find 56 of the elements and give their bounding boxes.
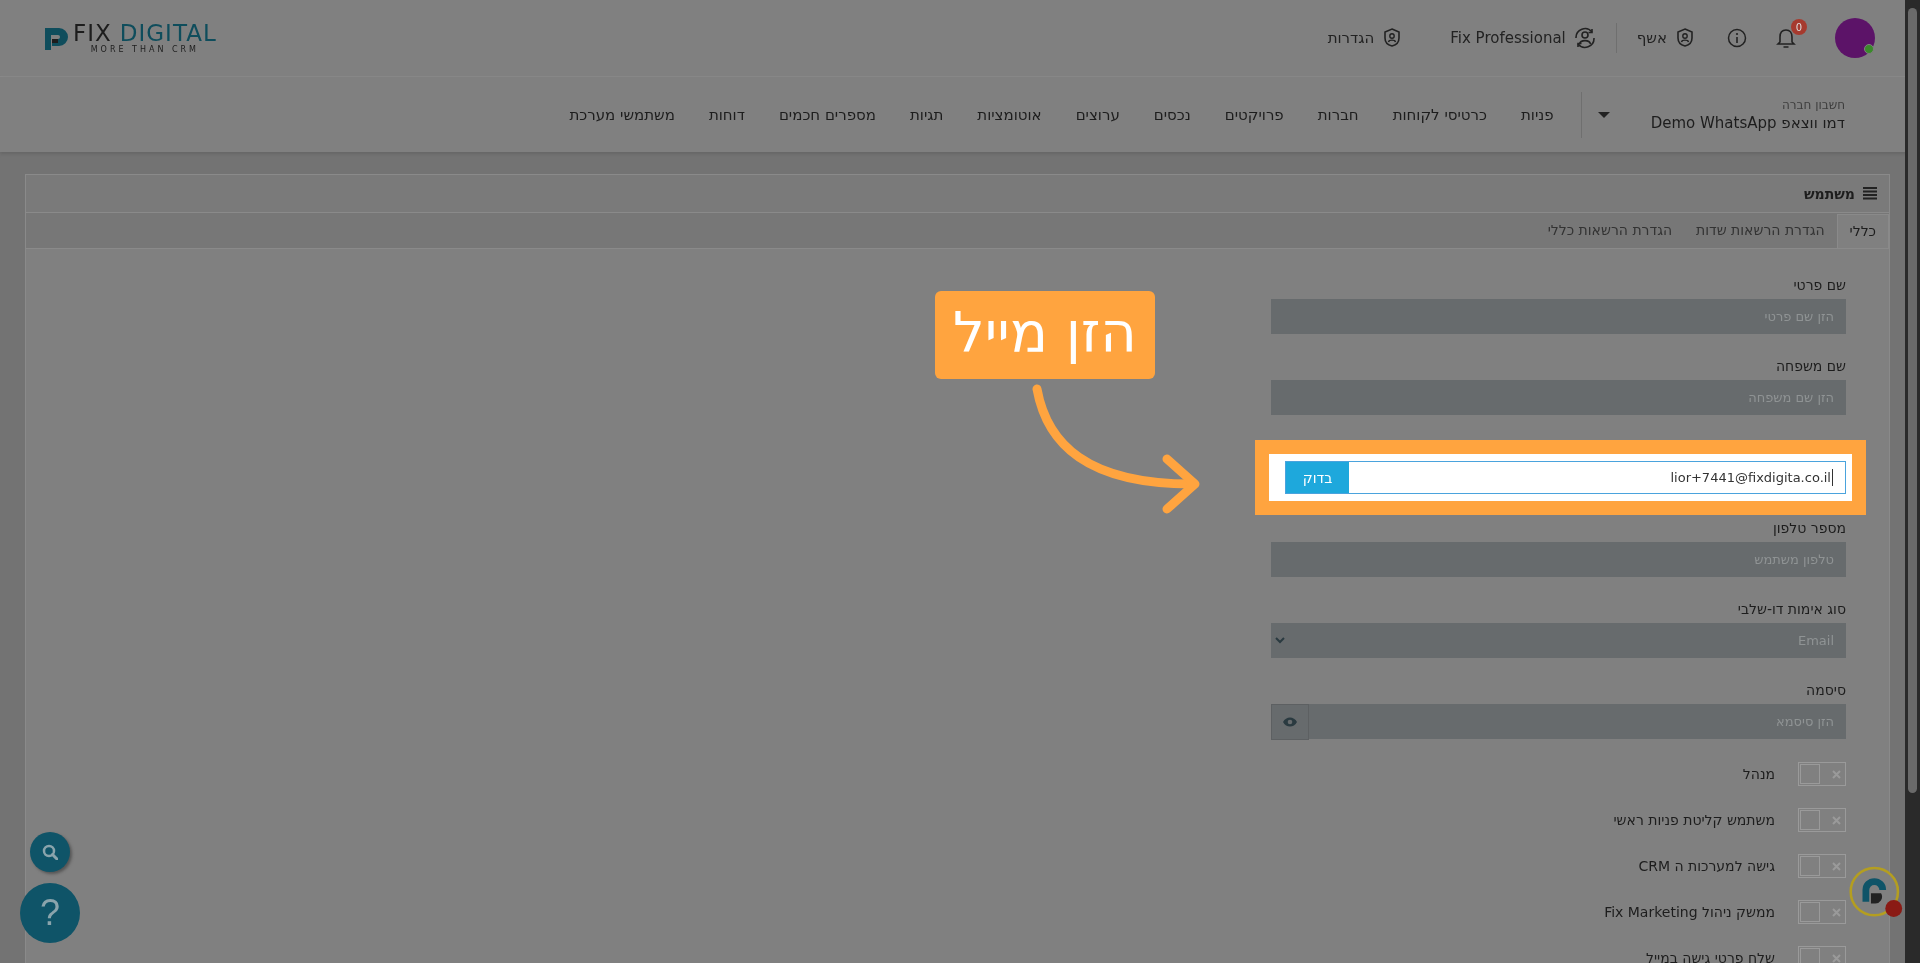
eye-icon <box>1282 716 1298 728</box>
x-icon <box>1832 861 1841 871</box>
notification-count: 0 <box>1791 19 1807 35</box>
logo-text: FIX <box>73 21 112 45</box>
field-label: סוג אימות דו-שלבי <box>1736 600 1846 619</box>
company-label: חשבון חברה <box>1781 97 1845 112</box>
user-switch-icon <box>1573 27 1596 49</box>
company-name[interactable]: דמו ווצאפ Demo WhatsApp <box>1650 113 1845 132</box>
callout-label: הזן מייל <box>935 291 1155 379</box>
bell-icon[interactable] <box>1775 27 1797 49</box>
list-icon <box>1863 187 1877 200</box>
field-label: סיסמה <box>1805 681 1846 700</box>
toggle-switch[interactable] <box>1798 854 1846 878</box>
nav-item[interactable]: מספרים חכמים <box>761 105 893 124</box>
field-label: שם משפחה <box>1774 357 1846 376</box>
nav-item[interactable]: דוחות <box>691 105 762 124</box>
search-icon <box>42 844 58 860</box>
nav-item[interactable]: כרטיסי לקוחות <box>1375 105 1504 124</box>
nav-item[interactable]: משתמשי מערכת <box>552 105 692 124</box>
nav-item[interactable]: חברות <box>1300 105 1376 124</box>
toggle-label: ממשק ניהול Fix Marketing <box>1604 904 1775 920</box>
toggle-label: מנהל <box>1742 766 1775 782</box>
nav-item[interactable]: אוטומציות <box>960 105 1059 124</box>
toggle-switch[interactable] <box>1798 762 1846 786</box>
x-icon <box>1832 815 1841 825</box>
nav-item[interactable]: ערוצים <box>1058 105 1137 124</box>
logo-tagline: MORE THAN CRM <box>90 45 199 55</box>
nav-item[interactable]: תגיות <box>892 105 961 124</box>
field-label: מספר טלפון <box>1771 519 1846 538</box>
x-icon <box>1832 953 1841 963</box>
logo-text: DIGITAL <box>119 21 217 45</box>
field-label: שם פרטי <box>1792 276 1846 295</box>
tab[interactable]: הגדרת הרשאות שדות <box>1684 214 1837 248</box>
x-icon <box>1832 769 1841 779</box>
toggle-switch[interactable] <box>1798 946 1846 963</box>
topbar-link[interactable]: Fix Professional <box>1450 27 1596 49</box>
x-icon <box>1832 907 1841 917</box>
card-title: משתמש <box>1803 185 1855 202</box>
toggle-label: שלח פרטי גישה במייל <box>1646 950 1775 963</box>
show-password-button[interactable] <box>1271 704 1309 740</box>
tab[interactable]: הגדרת הרשאות כללי <box>1535 214 1685 248</box>
toggle-switch[interactable] <box>1798 808 1846 832</box>
caret-icon[interactable] <box>1596 110 1611 119</box>
topbar-link[interactable]: הגדרות <box>1327 27 1405 49</box>
topbar-link[interactable]: אשף <box>1636 27 1697 49</box>
info-icon[interactable] <box>1727 28 1747 48</box>
toggle-switch[interactable] <box>1798 900 1846 924</box>
nav-item[interactable]: נכסים <box>1136 105 1208 124</box>
tab[interactable]: כללי <box>1836 214 1889 248</box>
toggle-label: משתמש קליטת פניות ראשי <box>1613 812 1775 828</box>
nav-item[interactable]: פרויקטים <box>1207 105 1301 124</box>
toggle-label: גישה למערכות ה CRM <box>1638 858 1775 874</box>
nav-item[interactable]: פניות <box>1503 105 1571 124</box>
chat-widget-icon[interactable] <box>1849 866 1903 919</box>
avatar[interactable] <box>1835 18 1875 58</box>
chevron-down-icon <box>1275 637 1285 644</box>
